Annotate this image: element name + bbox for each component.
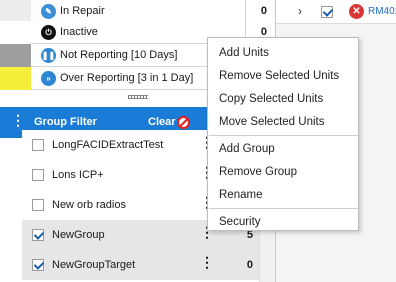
fast-forward-icon: » xyxy=(41,71,56,86)
menu-item-add-group[interactable]: Add Group xyxy=(208,138,358,161)
pause-icon: ❚❚ xyxy=(41,48,56,63)
error-status-icon: ✕ xyxy=(349,4,364,19)
group-options-icon[interactable]: ⋮ xyxy=(200,255,214,269)
menu-item-add-units[interactable]: Add Units xyxy=(208,42,358,65)
wrench-icon: ✎ xyxy=(41,4,56,19)
group-name: LongFACIDExtractTest xyxy=(52,139,164,151)
status-label: In Repair xyxy=(60,5,105,17)
status-color-swatch xyxy=(0,44,31,67)
group-unit-count: 0 xyxy=(246,259,253,271)
unit-name-link[interactable]: RM401 xyxy=(368,6,396,17)
status-label: Over Reporting [3 in 1 Day] xyxy=(60,72,194,84)
status-color-swatch xyxy=(0,67,31,90)
status-row[interactable]: ✎ In Repair 0 xyxy=(0,0,275,23)
status-count: 0 xyxy=(260,5,267,17)
menu-item-remove-selected-units[interactable]: Remove Selected Units xyxy=(208,65,358,88)
group-name: NewGroup xyxy=(52,229,105,241)
group-name: NewGroupTarget xyxy=(52,259,136,271)
menu-item-rename[interactable]: Rename xyxy=(208,184,358,207)
group-name: New orb radios xyxy=(52,199,126,211)
group-checkbox[interactable] xyxy=(32,199,44,211)
menu-item-remove-group[interactable]: Remove Group xyxy=(208,161,358,184)
expand-chevron-icon[interactable]: › xyxy=(298,4,302,18)
menu-item-move-selected-units[interactable]: Move Selected Units xyxy=(208,111,358,134)
status-color-swatch xyxy=(0,21,31,44)
power-icon: ⏻ xyxy=(41,25,56,40)
unit-row[interactable]: › ✕ RM401 xyxy=(276,0,396,24)
status-label: Not Reporting [10 Days] xyxy=(60,49,178,61)
menu-separator xyxy=(209,135,358,136)
panel-splitter-handle[interactable] xyxy=(128,95,148,99)
group-filter-title: Group Filter xyxy=(34,116,97,128)
column-divider xyxy=(245,0,246,23)
group-row[interactable]: NewGroupTarget ⋮ 0 xyxy=(22,250,259,280)
group-context-menu: Add Units Remove Selected Units Copy Selec… xyxy=(207,37,359,231)
menu-item-security[interactable]: Security xyxy=(208,211,358,234)
group-name: Lons ICP+ xyxy=(52,169,104,181)
unit-checkbox[interactable] xyxy=(321,6,333,18)
group-checkbox[interactable] xyxy=(32,169,44,181)
menu-separator xyxy=(209,208,358,209)
status-color-swatch xyxy=(0,0,31,23)
group-checkbox[interactable] xyxy=(32,139,44,151)
group-filter-menu-icon[interactable]: ⋮ xyxy=(11,113,25,127)
status-label: Inactive xyxy=(60,26,98,38)
group-checkbox[interactable] xyxy=(32,259,44,271)
clear-filter-icon[interactable] xyxy=(177,116,190,129)
menu-item-copy-selected-units[interactable]: Copy Selected Units xyxy=(208,88,358,111)
clear-filter-button[interactable]: Clear xyxy=(148,116,176,128)
group-checkbox[interactable] xyxy=(32,229,44,241)
